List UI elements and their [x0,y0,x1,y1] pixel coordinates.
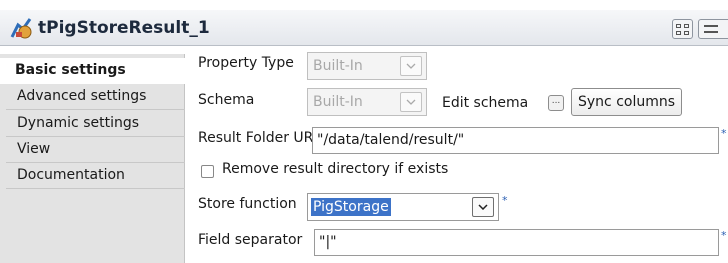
sync-columns-button[interactable]: Sync columns [571,88,683,116]
tab-view[interactable]: View [6,137,185,163]
store-function-select[interactable]: PigStorage [307,193,499,221]
property-type-value: Built-In [313,58,363,74]
result-folder-input[interactable]: "/data/talend/result/" [312,127,719,154]
settings-sidebar: Basic settings Advanced settings Dynamic… [0,54,186,263]
edit-schema-label: Edit schema [442,95,529,111]
required-marker: * [721,229,727,242]
remove-result-directory-label: Remove result directory if exists [222,161,449,177]
schema-value: Built-In [313,94,363,110]
store-function-label: Store function [198,196,297,212]
chevron-down-icon [472,197,494,217]
component-title: tPigStoreResult_1 [38,18,210,38]
tab-advanced-settings[interactable]: Advanced settings [6,84,185,110]
field-separator-input[interactable]: "|" [314,229,719,256]
chevron-down-icon [400,56,422,76]
schema-label: Schema [198,92,255,108]
list-view-icon[interactable] [698,19,728,39]
result-folder-label: Result Folder URI [198,130,318,146]
chevron-down-icon [400,92,422,112]
property-type-select[interactable]: Built-In [307,52,427,80]
store-function-value: PigStorage [311,198,391,216]
tab-basic-settings[interactable]: Basic settings [0,58,186,84]
remove-result-directory-checkbox[interactable] [201,165,214,178]
field-separator-label: Field separator [198,232,303,248]
required-marker: * [502,194,508,207]
grid-view-icon[interactable] [672,19,693,39]
property-type-label: Property Type [198,55,294,71]
component-title-bar: tPigStoreResult_1 [0,10,728,46]
tab-dynamic-settings[interactable]: Dynamic settings [6,111,185,137]
schema-select[interactable]: Built-In [307,88,427,116]
pig-component-icon [10,17,34,39]
tab-documentation[interactable]: Documentation [6,163,185,189]
edit-schema-button[interactable]: ... [548,95,564,111]
required-marker: * [721,127,727,140]
